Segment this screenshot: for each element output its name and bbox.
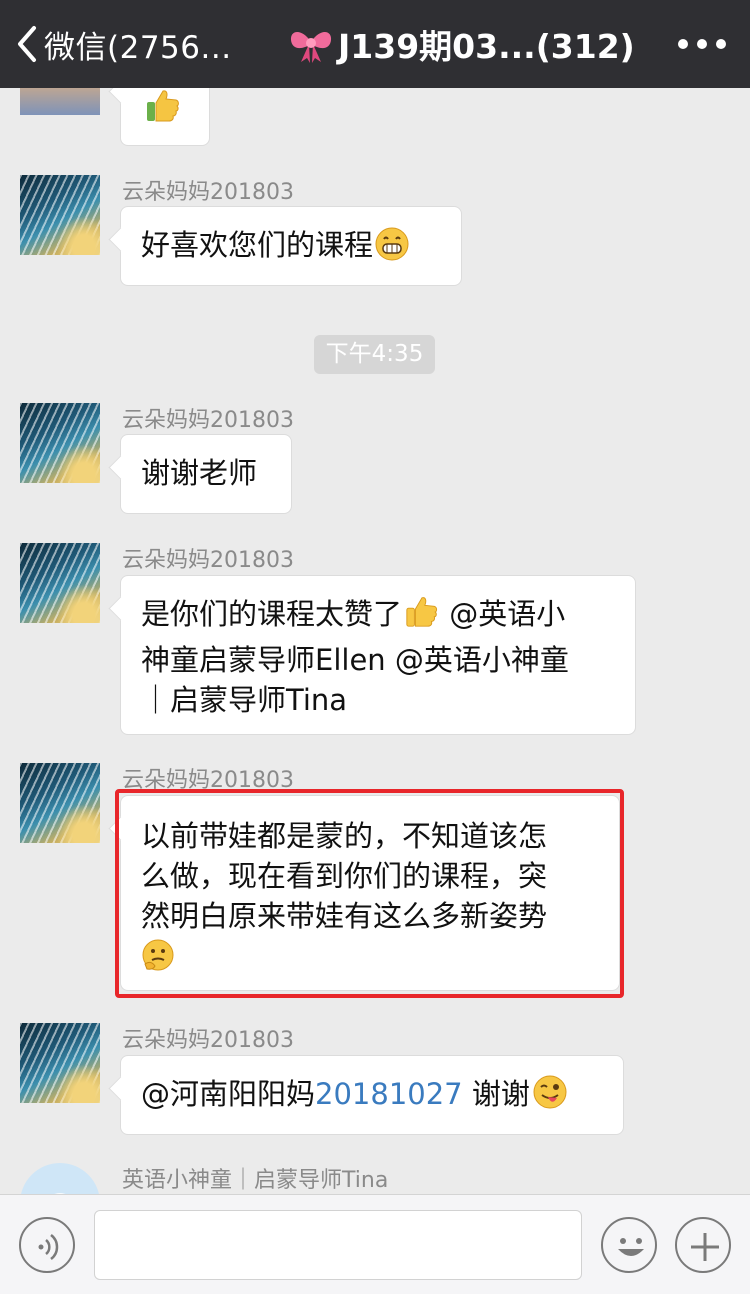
back-label: 微信(2756... — [44, 29, 232, 66]
avatar[interactable] — [20, 1023, 100, 1103]
timestamp-pill: 下午4:35 — [314, 335, 435, 374]
dot-icon — [697, 39, 707, 49]
message-line: 是你们的课程太赞了 @英语小 — [141, 594, 615, 640]
phone-number-link[interactable]: 20181027 — [315, 1077, 463, 1111]
message-line: 以前带娃都是蒙的，不知道该怎 — [141, 819, 548, 853]
message-bubble[interactable]: 好喜欢您们的课程 — [120, 206, 462, 286]
message-bubble[interactable]: 是你们的课程太赞了 @英语小 神童启蒙导师Ellen @英语小神童 ｜启蒙导师T… — [120, 575, 636, 735]
message-bubble[interactable]: @河南阳阳妈20181027 谢谢 — [120, 1055, 624, 1135]
message-line: 神童启蒙导师Ellen @英语小神童 — [141, 643, 569, 677]
message-line — [141, 936, 599, 982]
sender-name: 云朵妈妈201803 — [122, 768, 294, 793]
message-bubble[interactable]: 谢谢老师 — [120, 434, 292, 514]
sender-name: 英语小神童｜启蒙导师Tina — [122, 1168, 389, 1193]
message-text: 好喜欢您们的课程 — [141, 228, 374, 262]
message-bubble[interactable] — [120, 88, 210, 146]
message-text: 谢谢老师 — [141, 456, 258, 490]
message-line: ｜启蒙导师Tina — [141, 683, 348, 717]
mention-text: @河南阳阳妈 — [141, 1077, 316, 1111]
avatar[interactable] — [20, 763, 100, 843]
smiley-icon — [618, 1238, 644, 1256]
dot-icon — [678, 39, 688, 49]
chat-title-text: J139期03...(312) — [338, 27, 635, 66]
dot-icon — [716, 39, 726, 49]
sender-name: 云朵妈妈201803 — [122, 180, 294, 205]
avatar[interactable] — [20, 1163, 100, 1194]
avatar[interactable] — [20, 88, 100, 115]
more-options-button[interactable] — [678, 30, 726, 58]
message-input[interactable] — [94, 1210, 582, 1280]
message-bubble[interactable]: 以前带娃都是蒙的，不知道该怎 么做，现在看到你们的课程，突 然明白原来带娃有这么… — [120, 795, 620, 991]
sender-name: 云朵妈妈201803 — [122, 1028, 294, 1053]
emoji-button[interactable] — [601, 1217, 657, 1273]
input-bar — [0, 1194, 750, 1294]
avatar[interactable] — [20, 403, 100, 483]
winking-face-tongue-icon — [532, 1074, 568, 1120]
avatar[interactable] — [20, 175, 100, 255]
thumbs-up-icon — [404, 594, 440, 640]
more-functions-button[interactable] — [675, 1217, 731, 1273]
chat-messages[interactable]: 云朵妈妈201803 好喜欢您们的课程 下午4:35 云朵妈妈201803 谢谢… — [0, 88, 750, 1194]
plus-icon — [691, 1233, 719, 1261]
voice-input-button[interactable] — [19, 1217, 75, 1273]
navbar: 微信(2756... J139期03...(312) — [0, 0, 750, 88]
chevron-left-icon — [14, 18, 42, 70]
voice-icon — [38, 1234, 59, 1260]
message-line: 然明白原来带娃有这么多新姿势 — [141, 899, 548, 933]
sender-name: 云朵妈妈201803 — [122, 548, 294, 573]
back-button[interactable]: 微信(2756... — [14, 18, 232, 70]
thumbs-up-icon — [144, 88, 182, 135]
avatar[interactable] — [20, 543, 100, 623]
thinking-face-icon — [141, 938, 175, 982]
grinning-face-icon — [375, 227, 409, 271]
ribbon-bow-icon — [288, 24, 334, 64]
message-text: 谢谢 — [462, 1077, 530, 1111]
message-line: 么做，现在看到你们的课程，突 — [141, 859, 548, 893]
sender-name: 云朵妈妈201803 — [122, 408, 294, 433]
chat-title: J139期03...(312) — [288, 18, 635, 70]
